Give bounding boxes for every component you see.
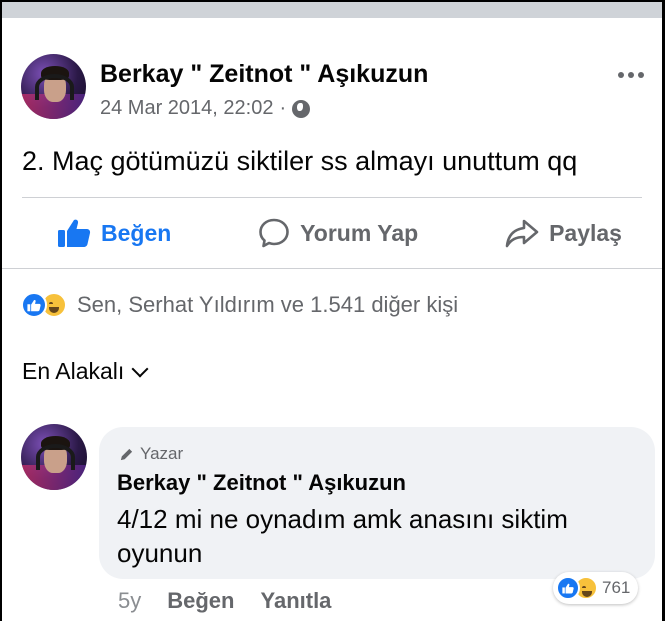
comment-bubble-icon (259, 218, 289, 248)
globe-icon (292, 99, 311, 118)
comment-button[interactable]: Yorum Yap (258, 217, 418, 249)
comment-reactions[interactable]: 761 (553, 572, 639, 604)
share-button-label: Paylaş (549, 219, 622, 246)
pencil-icon (120, 448, 133, 460)
comment-age[interactable]: 5y (118, 588, 141, 614)
like-button[interactable]: Beğen (57, 218, 171, 248)
comment-sort-dropdown[interactable]: En Alakalı (22, 358, 149, 385)
more-options-icon[interactable] (618, 72, 644, 78)
post-author-name[interactable]: Berkay " Zeitnot " Aşıkuzun (100, 60, 428, 89)
share-arrow-icon (505, 219, 539, 248)
commenter-avatar[interactable] (21, 424, 87, 490)
comment-sort-label: En Alakalı (22, 358, 125, 384)
comment-button-label: Yorum Yap (300, 219, 419, 246)
comment-like-button[interactable]: Beğen (167, 588, 234, 614)
thumbs-up-icon (58, 219, 91, 247)
author-badge-label: Yazar (140, 444, 184, 463)
like-button-label: Beğen (101, 219, 172, 246)
comment-reaction-count: 761 (602, 578, 631, 597)
share-button[interactable]: Paylaş (505, 218, 622, 248)
comment-actions: 5y Beğen Yanıtla (118, 588, 331, 614)
author-avatar[interactable] (21, 54, 86, 119)
post-text: 2. Maç götümüzü siktiler ss almayı unutt… (22, 146, 578, 176)
like-reaction-icon (21, 292, 47, 318)
reactions-summary[interactable]: Sen, Serhat Yıldırım ve 1.541 diğer kişi (21, 292, 458, 318)
post-meta: 24 Mar 2014, 22:02 · (100, 97, 311, 120)
top-divider-bar (2, 2, 662, 18)
meta-separator: · (279, 97, 287, 119)
post-timestamp[interactable]: 24 Mar 2014, 22:02 (100, 97, 273, 120)
post-actions: Beğen Yorum Yap Paylaş (2, 208, 662, 258)
divider (22, 197, 642, 198)
author-badge: Yazar (119, 444, 183, 464)
post-card: Berkay " Zeitnot " Aşıkuzun 24 Mar 2014,… (2, 2, 662, 621)
comment-author-name[interactable]: Berkay " Zeitnot " Aşıkuzun (117, 470, 406, 496)
like-reaction-icon (556, 576, 580, 600)
divider (2, 268, 662, 269)
comment-reply-button[interactable]: Yanıtla (261, 588, 332, 614)
comment-bubble: Yazar Berkay " Zeitnot " Aşıkuzun 4/12 m… (99, 427, 655, 579)
post-header: Berkay " Zeitnot " Aşıkuzun 24 Mar 2014,… (2, 18, 662, 128)
comment-text: 4/12 mi ne oynadım amk anasını siktim oy… (117, 504, 568, 568)
chevron-down-icon (131, 360, 149, 377)
reactions-summary-text: Sen, Serhat Yıldırım ve 1.541 diğer kişi (77, 292, 459, 317)
